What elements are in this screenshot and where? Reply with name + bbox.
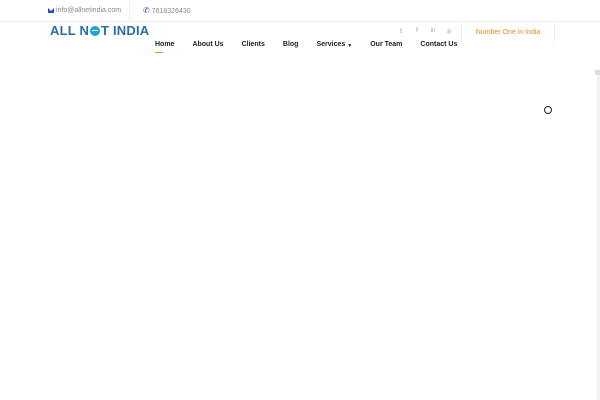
loading-spinner-icon bbox=[544, 106, 552, 114]
linkedin-icon[interactable]: in bbox=[430, 28, 436, 35]
twitter-icon[interactable]: 𝕥 bbox=[398, 28, 404, 35]
logo-text-part2: T INDIA bbox=[101, 23, 150, 38]
social-links: 𝕥 f in ◎ bbox=[398, 28, 452, 35]
nav-item-contact[interactable]: Contact Us bbox=[420, 41, 457, 48]
instagram-icon[interactable]: ◎ bbox=[446, 28, 452, 35]
nav-item-services-label: Services bbox=[316, 41, 346, 48]
envelope-icon bbox=[48, 8, 54, 13]
email-text: info@allnetindia.com bbox=[56, 7, 122, 14]
nav-item-team[interactable]: Our Team bbox=[370, 41, 402, 48]
site-logo[interactable]: ALL N T INDIA bbox=[50, 23, 149, 38]
topbar-divider bbox=[129, 0, 130, 21]
nav-item-about[interactable]: About Us bbox=[192, 41, 223, 48]
phone-icon: ✆ bbox=[143, 6, 150, 15]
phone-text: 7618326430 bbox=[151, 7, 191, 15]
scrollbar-thumb[interactable] bbox=[595, 70, 600, 75]
nav-item-services[interactable]: Services ▼ bbox=[316, 41, 353, 49]
facebook-icon[interactable]: f bbox=[414, 28, 420, 35]
tagline-text: Number One in India bbox=[475, 28, 541, 36]
nav-item-blog[interactable]: Blog bbox=[283, 41, 299, 48]
main-nav: Home About Us Clients Blog Services ▼ Our… bbox=[155, 41, 457, 53]
email-link[interactable]: info@allnetindia.com bbox=[48, 7, 121, 14]
logo-text-part1: ALL N bbox=[50, 23, 90, 38]
caret-down-icon: ▼ bbox=[347, 43, 353, 49]
nav-item-clients[interactable]: Clients bbox=[242, 41, 265, 48]
topbar: info@allnetindia.com ✆ 7618326430 bbox=[0, 0, 600, 22]
tagline-badge: Number One in India bbox=[461, 21, 555, 43]
phone-link[interactable]: ✆ 7618326430 bbox=[143, 7, 191, 15]
nav-item-home[interactable]: Home bbox=[155, 41, 174, 53]
globe-icon bbox=[90, 25, 101, 36]
